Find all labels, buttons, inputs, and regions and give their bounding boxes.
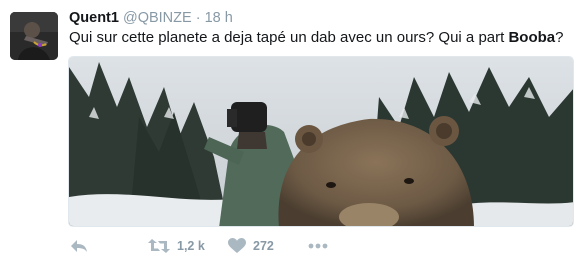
separator-dot: · xyxy=(195,10,201,26)
tweet-text-bold: Booba xyxy=(508,29,556,46)
more-button[interactable] xyxy=(308,236,328,256)
user-handle[interactable]: @QBINZE xyxy=(123,10,192,26)
tweet-card[interactable]: Quent1 @QBINZE · 18 h Qui sur cette plan… xyxy=(0,0,582,261)
display-name[interactable]: Quent1 xyxy=(69,10,119,26)
more-dots-icon xyxy=(308,243,328,249)
tweet-text-end: ? xyxy=(555,29,564,46)
reply-button[interactable] xyxy=(70,236,88,256)
reply-arrow-icon xyxy=(70,238,88,254)
tweet-actions: 1,2 k 272 xyxy=(68,236,368,256)
retweet-button[interactable]: 1,2 k xyxy=(148,236,205,256)
tweet-media-photo[interactable] xyxy=(68,56,574,227)
retweet-icon xyxy=(148,238,170,254)
tweet-text: Qui sur cette planete a deja tapé un dab… xyxy=(69,28,563,48)
avatar[interactable] xyxy=(10,12,58,60)
tweet-header: Quent1 @QBINZE · 18 h xyxy=(69,9,233,27)
timestamp[interactable]: 18 h xyxy=(205,10,233,26)
like-button[interactable]: 272 xyxy=(228,236,274,256)
like-count: 272 xyxy=(253,239,274,253)
tweet-text-main: Qui sur cette planete a deja tapé un dab… xyxy=(69,29,509,46)
retweet-count: 1,2 k xyxy=(177,239,205,253)
heart-icon xyxy=(228,238,246,254)
